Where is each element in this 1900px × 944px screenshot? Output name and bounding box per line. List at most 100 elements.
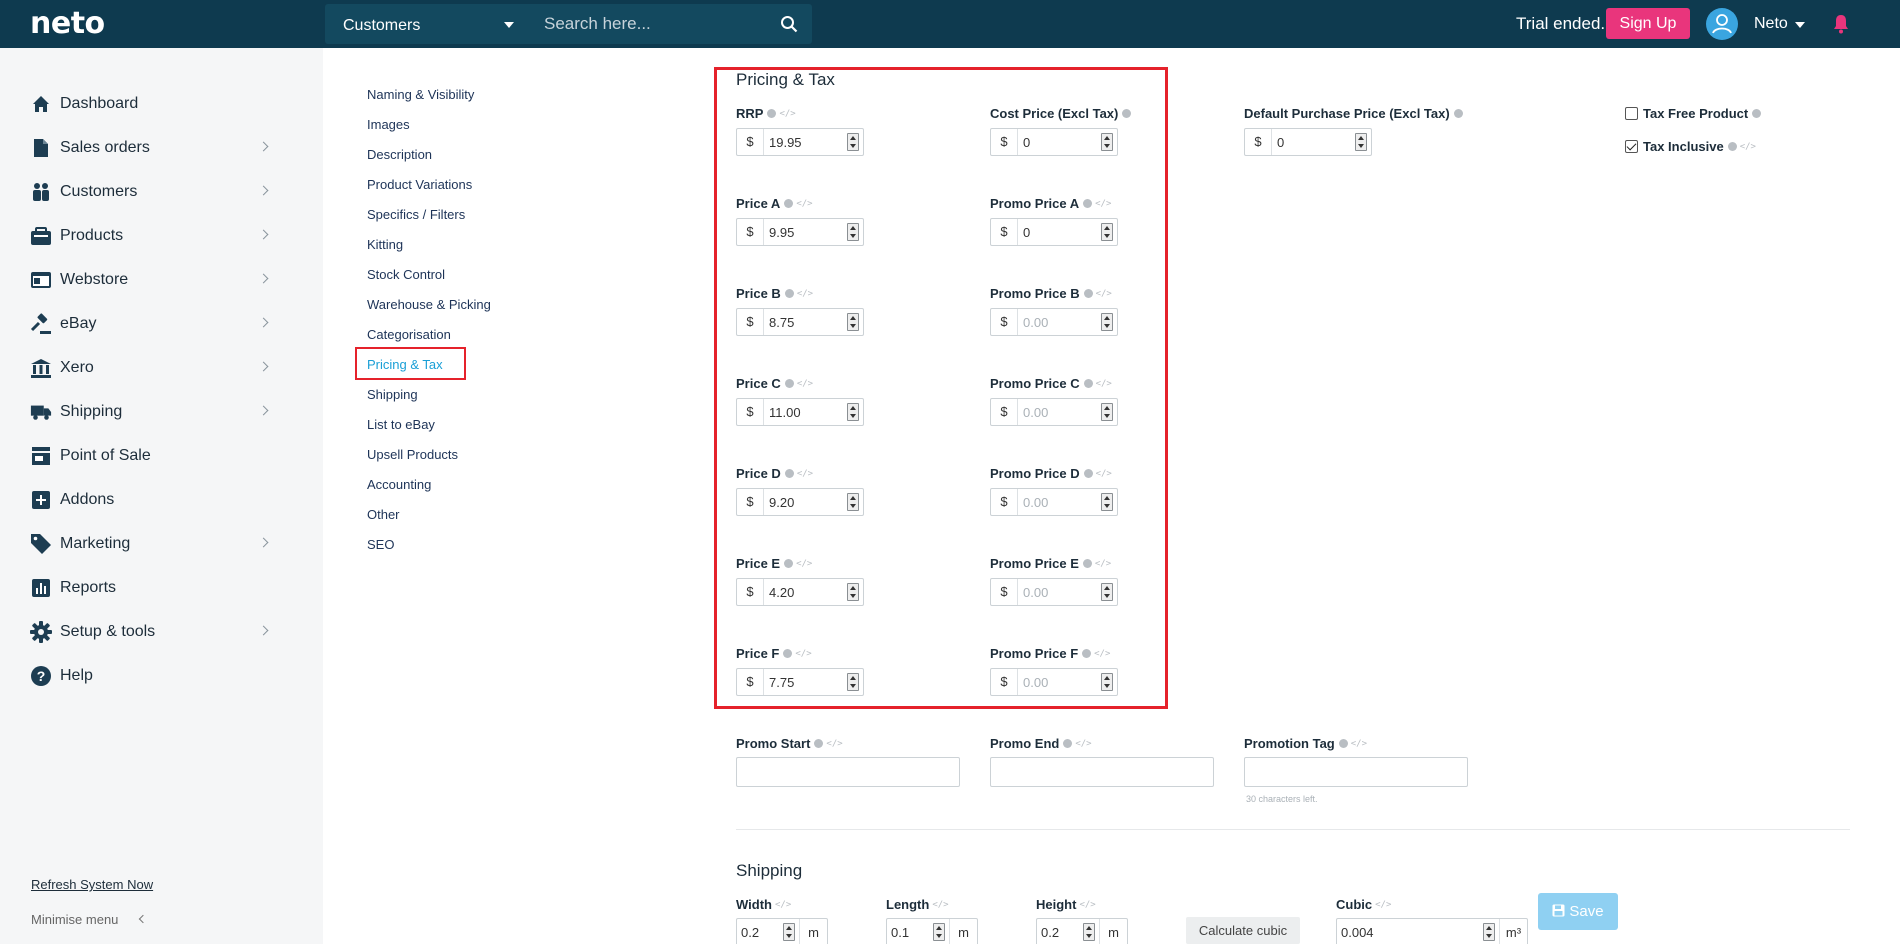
- info-icon[interactable]: [1752, 109, 1762, 119]
- price-d-input[interactable]: [765, 489, 843, 515]
- sidebar-item-addons[interactable]: Addons: [30, 485, 275, 515]
- stepper-icon[interactable]: [1101, 133, 1113, 151]
- stepper-icon[interactable]: [1083, 923, 1095, 941]
- subnav-seo[interactable]: SEO: [367, 537, 394, 552]
- subnav-naming-visibility[interactable]: Naming & Visibility: [367, 87, 474, 102]
- subnav-product-variations[interactable]: Product Variations: [367, 177, 472, 192]
- code-icon[interactable]: </>: [932, 900, 948, 910]
- subnav-accounting[interactable]: Accounting: [367, 477, 431, 492]
- sidebar-item-help[interactable]: ? Help: [30, 661, 275, 691]
- code-icon[interactable]: </>: [1095, 199, 1111, 209]
- code-icon[interactable]: </>: [1351, 739, 1367, 749]
- default-purchase-price-input[interactable]: [1273, 129, 1351, 155]
- code-icon[interactable]: </>: [775, 900, 791, 910]
- subnav-kitting[interactable]: Kitting: [367, 237, 403, 252]
- subnav-upsell-products[interactable]: Upsell Products: [367, 447, 458, 462]
- subnav-stock-control[interactable]: Stock Control: [367, 267, 445, 282]
- info-icon[interactable]: [1083, 199, 1093, 209]
- stepper-icon[interactable]: [1101, 403, 1113, 421]
- subnav-list-to-ebay[interactable]: List to eBay: [367, 417, 435, 432]
- stepper-icon[interactable]: [847, 583, 859, 601]
- code-icon[interactable]: </>: [1075, 739, 1091, 749]
- module-select[interactable]: Customers: [325, 4, 530, 44]
- stepper-icon[interactable]: [847, 493, 859, 511]
- info-icon[interactable]: [1453, 109, 1463, 119]
- stepper-icon[interactable]: [847, 133, 859, 151]
- info-icon[interactable]: [1083, 469, 1093, 479]
- stepper-icon[interactable]: [1101, 223, 1113, 241]
- info-icon[interactable]: [784, 199, 794, 209]
- info-icon[interactable]: [814, 739, 824, 749]
- code-icon[interactable]: </>: [797, 289, 813, 299]
- info-icon[interactable]: [1082, 649, 1092, 659]
- save-button[interactable]: Save: [1538, 893, 1618, 930]
- stepper-icon[interactable]: [847, 223, 859, 241]
- info-icon[interactable]: [1338, 739, 1348, 749]
- code-icon[interactable]: </>: [795, 649, 811, 659]
- stepper-icon[interactable]: [847, 403, 859, 421]
- refresh-system-link[interactable]: Refresh System Now: [31, 877, 153, 892]
- code-icon[interactable]: </>: [1740, 142, 1756, 152]
- subnav-other[interactable]: Other: [367, 507, 400, 522]
- sidebar-item-products[interactable]: Products: [30, 221, 275, 251]
- search-icon[interactable]: [780, 15, 798, 33]
- sidebar-item-webstore[interactable]: Webstore: [30, 265, 275, 295]
- search-input[interactable]: [530, 4, 770, 44]
- sidebar-item-dashboard[interactable]: Dashboard: [30, 89, 275, 119]
- sidebar-item-marketing[interactable]: Marketing: [30, 529, 275, 559]
- sign-up-button[interactable]: Sign Up: [1606, 8, 1690, 39]
- stepper-icon[interactable]: [1101, 313, 1113, 331]
- code-icon[interactable]: </>: [797, 469, 813, 479]
- promo-end-input[interactable]: [990, 757, 1214, 787]
- bell-icon[interactable]: [1832, 14, 1850, 34]
- info-icon[interactable]: [1083, 289, 1093, 299]
- stepper-icon[interactable]: [847, 313, 859, 331]
- stepper-icon[interactable]: [1483, 923, 1495, 941]
- promo-start-input[interactable]: [736, 757, 960, 787]
- code-icon[interactable]: </>: [796, 559, 812, 569]
- sidebar-item-xero[interactable]: Xero: [30, 353, 275, 383]
- sidebar-item-reports[interactable]: Reports: [30, 573, 275, 603]
- subnav-warehouse-picking[interactable]: Warehouse & Picking: [367, 297, 491, 312]
- stepper-icon[interactable]: [933, 923, 945, 941]
- info-icon[interactable]: [784, 469, 794, 479]
- sidebar-item-customers[interactable]: Customers: [30, 177, 275, 207]
- stepper-icon[interactable]: [1101, 673, 1113, 691]
- user-avatar-icon[interactable]: [1706, 8, 1738, 40]
- sidebar-item-point-of-sale[interactable]: Point of Sale: [30, 441, 275, 471]
- info-icon[interactable]: [1122, 109, 1132, 119]
- code-icon[interactable]: </>: [1079, 900, 1095, 910]
- stepper-icon[interactable]: [847, 673, 859, 691]
- tax-free-checkbox[interactable]: [1625, 107, 1638, 120]
- info-icon[interactable]: [1083, 379, 1093, 389]
- code-icon[interactable]: </>: [1095, 559, 1111, 569]
- subnav-description[interactable]: Description: [367, 147, 432, 162]
- code-icon[interactable]: </>: [1096, 289, 1112, 299]
- cost-price-input[interactable]: [1019, 129, 1097, 155]
- promo-price-c-input[interactable]: [1019, 399, 1097, 425]
- price-b-input[interactable]: [765, 309, 843, 335]
- info-icon[interactable]: [784, 379, 794, 389]
- subnav-categorisation[interactable]: Categorisation: [367, 327, 451, 342]
- promo-price-f-input[interactable]: [1019, 669, 1097, 695]
- promotion-tag-input[interactable]: [1244, 757, 1468, 787]
- info-icon[interactable]: [1082, 559, 1092, 569]
- code-icon[interactable]: </>: [1375, 900, 1391, 910]
- rrp-input[interactable]: [765, 129, 843, 155]
- stepper-icon[interactable]: [1355, 133, 1367, 151]
- code-icon[interactable]: </>: [826, 739, 842, 749]
- calculate-cubic-button[interactable]: Calculate cubic: [1186, 917, 1300, 944]
- sidebar-item-setup-tools[interactable]: Setup & tools: [30, 617, 275, 647]
- price-a-input[interactable]: [765, 219, 843, 245]
- price-e-input[interactable]: [765, 579, 843, 605]
- neto-logo[interactable]: neto: [30, 6, 105, 41]
- info-icon[interactable]: [784, 559, 794, 569]
- info-icon[interactable]: [767, 109, 777, 119]
- user-menu[interactable]: Neto: [1754, 15, 1788, 33]
- price-f-input[interactable]: [765, 669, 843, 695]
- info-icon[interactable]: [784, 289, 794, 299]
- info-icon[interactable]: [783, 649, 793, 659]
- stepper-icon[interactable]: [1101, 493, 1113, 511]
- promo-price-e-input[interactable]: [1019, 579, 1097, 605]
- price-c-input[interactable]: [765, 399, 843, 425]
